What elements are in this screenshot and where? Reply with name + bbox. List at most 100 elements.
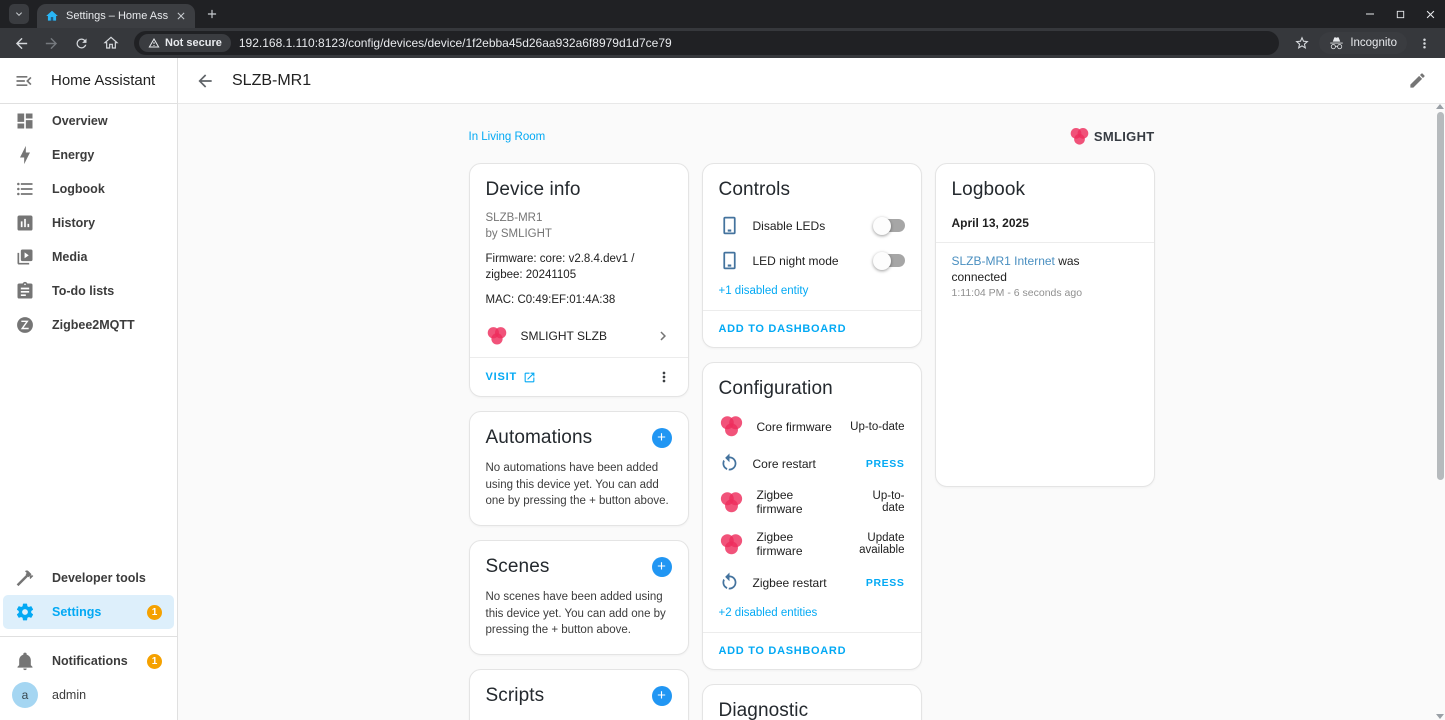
sidebar-item-profile[interactable]: a admin	[0, 678, 177, 712]
menu-toggle-icon[interactable]	[14, 71, 34, 91]
sidebar-item-todo-lists[interactable]: To-do lists	[0, 274, 177, 308]
tab-close-icon[interactable]	[175, 10, 187, 22]
content-scrollbar[interactable]	[1436, 104, 1445, 720]
security-label: Not secure	[165, 37, 222, 49]
notifications-badge: 1	[147, 654, 162, 669]
reload-button[interactable]	[68, 30, 94, 56]
entity-value: Update available	[837, 532, 904, 556]
tablet-icon	[719, 215, 740, 236]
scrollbar-up-arrow[interactable]	[1436, 104, 1444, 109]
controls-add-to-dashboard-button[interactable]: ADD TO DASHBOARD	[703, 310, 921, 347]
control-row-led-night-mode[interactable]: LED night mode	[703, 243, 921, 278]
column-entities: Controls Disable LEDs LED night mode	[702, 163, 922, 720]
sidebar-item-notifications[interactable]: Notifications 1	[0, 644, 177, 678]
sidebar-item-label: Zigbee2MQTT	[52, 318, 135, 332]
add-automation-button[interactable]: +	[652, 428, 672, 448]
sidebar-item-overview[interactable]: Overview	[0, 104, 177, 138]
smlight-logo-icon	[486, 326, 508, 346]
tab-title: Settings – Home Assistant	[66, 10, 168, 22]
bookmark-star-button[interactable]	[1289, 30, 1315, 56]
back-button[interactable]	[8, 30, 34, 56]
add-scene-button[interactable]: +	[652, 557, 672, 577]
browser-tab[interactable]: Settings – Home Assistant	[37, 4, 195, 28]
entity-label: Zigbee firmware	[757, 488, 840, 516]
config-row-zigbee-firmware-2[interactable]: Zigbee firmware Update available	[703, 523, 921, 565]
automations-card: Automations + No automations have been a…	[469, 411, 689, 526]
sidebar-item-energy[interactable]: Energy	[0, 138, 177, 172]
scenes-card: Scenes + No scenes have been added using…	[469, 540, 689, 655]
forward-button[interactable]	[38, 30, 64, 56]
tab-search-button[interactable]	[9, 4, 29, 24]
chevron-down-icon	[13, 8, 25, 20]
sidebar-item-zigbee2mqtt[interactable]: Zigbee2MQTT	[0, 308, 177, 342]
sidebar-item-settings[interactable]: Settings 1	[3, 595, 174, 629]
device-manufacturer: by SMLIGHT	[486, 226, 672, 242]
back-arrow-icon[interactable]	[195, 71, 215, 91]
restart-icon	[719, 453, 740, 474]
logbook-entity-link[interactable]: SLZB-MR1 Internet	[952, 254, 1055, 268]
open-in-new-icon	[523, 371, 536, 384]
list-bulleted-icon	[15, 179, 35, 199]
sidebar-header: Home Assistant	[0, 58, 177, 104]
browser-menu-button[interactable]	[1411, 30, 1437, 56]
device-menu-button[interactable]	[656, 369, 672, 385]
press-button[interactable]: PRESS	[866, 458, 905, 470]
minimize-button[interactable]	[1355, 0, 1385, 28]
address-bar[interactable]: Not secure 192.168.1.110:8123/config/dev…	[134, 31, 1279, 55]
pencil-edit-icon[interactable]	[1408, 71, 1427, 90]
maximize-button[interactable]	[1385, 0, 1415, 28]
sidebar-item-media[interactable]: Media	[0, 240, 177, 274]
configuration-card: Configuration Core firmware Up-to-date C…	[702, 362, 922, 670]
smlight-logo-icon	[719, 532, 744, 557]
url-text[interactable]: 192.168.1.110:8123/config/devices/device…	[239, 36, 672, 50]
sidebar-item-label: admin	[52, 688, 86, 702]
new-tab-button[interactable]	[205, 7, 219, 21]
entity-value: Up-to-date	[852, 490, 904, 514]
controls-disabled-entities-link[interactable]: +1 disabled entity	[703, 278, 921, 310]
close-window-button[interactable]	[1415, 0, 1445, 28]
entity-label: Core restart	[753, 457, 816, 471]
add-script-button[interactable]: +	[652, 686, 672, 706]
restart-icon	[719, 572, 740, 593]
sidebar-item-logbook[interactable]: Logbook	[0, 172, 177, 206]
sidebar-item-label: Logbook	[52, 182, 105, 196]
card-title: Controls	[719, 179, 791, 201]
scrollbar-thumb[interactable]	[1437, 112, 1444, 480]
device-info-card: Device info SLZB-MR1 by SMLIGHT Firmware…	[469, 163, 689, 397]
column-device: Device info SLZB-MR1 by SMLIGHT Firmware…	[469, 163, 689, 720]
scrollbar-down-arrow[interactable]	[1436, 714, 1444, 719]
sidebar-item-developer-tools[interactable]: Developer tools	[0, 561, 177, 595]
disable-leds-toggle[interactable]	[875, 219, 905, 232]
smlight-logo-icon	[719, 490, 744, 515]
visit-button[interactable]: VISIT	[486, 371, 537, 384]
diagnostic-card: Diagnostic Connection mode Ethernet	[702, 684, 922, 720]
gear-icon	[15, 602, 35, 622]
sidebar-item-label: To-do lists	[52, 284, 114, 298]
sidebar-item-history[interactable]: History	[0, 206, 177, 240]
press-button[interactable]: PRESS	[866, 577, 905, 589]
chevron-right-icon	[654, 327, 672, 345]
browser-toolbar: Not secure 192.168.1.110:8123/config/dev…	[0, 28, 1445, 58]
configuration-disabled-entities-link[interactable]: +2 disabled entities	[703, 600, 921, 632]
lightning-bolt-icon	[15, 145, 35, 165]
sidebar-divider	[0, 636, 177, 637]
integration-row[interactable]: SMLIGHT SLZB	[470, 317, 688, 357]
sidebar-item-label: Overview	[52, 114, 108, 128]
config-row-core-firmware[interactable]: Core firmware Up-to-date	[703, 407, 921, 446]
incognito-icon	[1329, 36, 1344, 51]
main-panel: SLZB-MR1 In Living Room SMLIGHT Device i…	[178, 58, 1445, 720]
home-button[interactable]	[98, 30, 124, 56]
config-row-zigbee-restart[interactable]: Zigbee restart PRESS	[703, 565, 921, 600]
configuration-add-to-dashboard-button[interactable]: ADD TO DASHBOARD	[703, 632, 921, 669]
logbook-timestamp: 1:11:04 PM - 6 seconds ago	[952, 287, 1138, 299]
logbook-date: April 13, 2025	[936, 208, 1154, 243]
config-row-core-restart[interactable]: Core restart PRESS	[703, 446, 921, 481]
security-chip[interactable]: Not secure	[139, 34, 231, 52]
led-night-mode-toggle[interactable]	[875, 254, 905, 267]
config-row-zigbee-firmware[interactable]: Zigbee firmware Up-to-date	[703, 481, 921, 523]
area-link[interactable]: In Living Room	[469, 131, 546, 143]
control-row-disable-leds[interactable]: Disable LEDs	[703, 208, 921, 243]
sidebar-title: Home Assistant	[51, 72, 155, 89]
view-dashboard-icon	[15, 111, 35, 131]
integration-name: SMLIGHT SLZB	[521, 329, 607, 343]
